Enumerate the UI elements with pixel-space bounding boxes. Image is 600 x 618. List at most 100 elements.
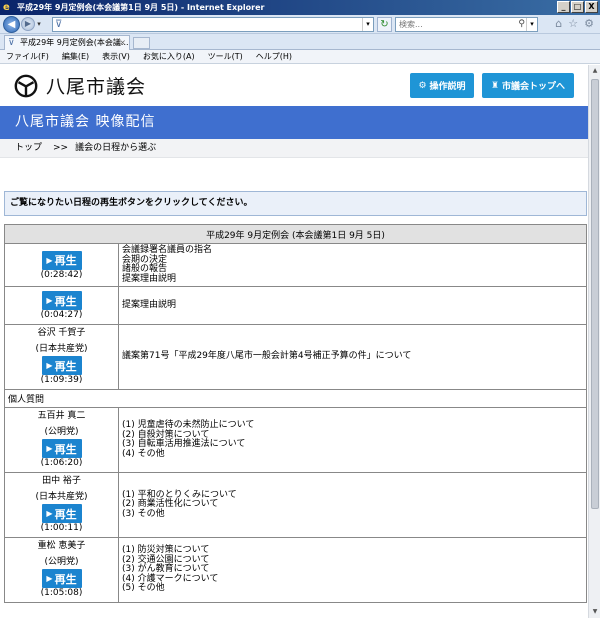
breadcrumb-top-link[interactable]: トップ — [15, 143, 42, 153]
table-row: ▶ 再生 (0:28:42) 会議録署名議員の指名 会期の決定 諸般の報告 提案理… — [4, 243, 587, 287]
menu-bar: ファイル(F) 編集(E) 表示(V) お気に入り(A) ツール(T) ヘルプ(… — [0, 50, 600, 64]
play-label: 再生 — [54, 572, 77, 586]
agenda-item: (2) 商業活性化について — [122, 499, 219, 510]
video-duration: (1:05:08) — [40, 588, 83, 598]
maximize-button[interactable]: □ — [571, 1, 584, 13]
agenda-item: 提案理由説明 — [122, 273, 177, 284]
agenda-item: 会議録署名議員の指名 — [122, 245, 213, 255]
vertical-scrollbar[interactable]: ▲ ▼ — [588, 65, 600, 618]
council-top-button[interactable]: ♜ 市議会トップへ — [482, 73, 574, 98]
building-icon: ♜ — [490, 80, 500, 91]
table-header-row: 平成29年 9月定例会 (本会議第1日 9月 5日) — [4, 224, 587, 244]
tab-favicon-icon: ⊽ — [8, 38, 15, 48]
refresh-button[interactable]: ↻ — [377, 17, 392, 32]
row-video-cell: 谷沢 千賀子 (日本共産党) ▶ 再生 (1:09:39) — [4, 324, 119, 390]
scrollbar-thumb[interactable] — [591, 79, 599, 509]
agenda-item: (3) その他 — [122, 508, 165, 519]
site-logo[interactable]: 八尾市議会 — [14, 72, 146, 99]
video-duration: (1:09:39) — [40, 375, 83, 385]
scroll-down-icon[interactable]: ▼ — [590, 607, 600, 617]
menu-edit[interactable]: 編集(E) — [62, 51, 89, 62]
play-label: 再生 — [54, 294, 77, 308]
tab-current[interactable]: ⊽ 平成29年 9月定例会(本会議... × — [4, 35, 130, 50]
agenda-cell: 提案理由説明 — [118, 286, 587, 325]
agenda-cell: (1) 児童虐待の未然防止について (2) 自殺対策について (3) 自転車活用… — [118, 407, 587, 473]
search-dropdown[interactable]: ▾ — [526, 18, 537, 31]
refresh-icon: ↻ — [380, 19, 389, 30]
section-row: 個人質問 — [4, 389, 587, 408]
close-button[interactable]: X — [585, 1, 598, 13]
menu-favorites[interactable]: お気に入り(A) — [143, 51, 195, 62]
page-viewport: 八尾市議会 ⚙ 操作説明 ♜ 市議会トップへ 八尾市議会 映像配信 トップ >> 議… — [0, 65, 588, 618]
play-label: 再生 — [54, 442, 77, 456]
speaker-name: 谷沢 千賀子 — [37, 328, 86, 338]
schedule-header: 平成29年 9月定例会 (本会議第1日 9月 5日) — [4, 224, 587, 244]
menu-file[interactable]: ファイル(F) — [6, 51, 49, 62]
agenda-item: 提案理由説明 — [122, 299, 177, 310]
menu-tools[interactable]: ツール(T) — [208, 51, 243, 62]
row-video-cell: 五百井 真二 (公明党) ▶ 再生 (1:06:20) — [4, 407, 119, 473]
tab-close-icon[interactable]: × — [119, 36, 126, 49]
play-triangle-icon: ▶ — [46, 444, 53, 453]
page-banner: 八尾市議会 映像配信 — [0, 106, 588, 139]
site-header: 八尾市議会 ⚙ 操作説明 ♜ 市議会トップへ — [0, 65, 588, 105]
breadcrumb-separator: >> — [53, 143, 69, 153]
speaker-name: 五百井 真二 — [37, 411, 86, 421]
video-duration: (1:00:11) — [40, 523, 83, 533]
search-input[interactable] — [396, 18, 506, 31]
play-label: 再生 — [54, 359, 77, 373]
minimize-button[interactable]: _ — [557, 1, 570, 13]
agenda-item: 諸般の報告 — [122, 264, 168, 274]
play-triangle-icon: ▶ — [46, 509, 53, 518]
play-button[interactable]: ▶ 再生 — [41, 439, 82, 458]
section-individual-questions: 個人質問 — [4, 389, 587, 408]
table-row: 谷沢 千賀子 (日本共産党) ▶ 再生 (1:09:39) 議案第71号「平成29… — [4, 324, 587, 390]
arrow-left-icon: ◀ — [7, 18, 16, 30]
play-button[interactable]: ▶ 再生 — [41, 356, 82, 375]
tab-bar: ⊽ 平成29年 9月定例会(本会議... × — [0, 34, 600, 50]
search-icon[interactable]: ⚲ — [518, 18, 525, 31]
back-button[interactable]: ◀ — [3, 15, 20, 33]
agenda-cell: 会議録署名議員の指名 会期の決定 諸般の報告 提案理由説明 — [118, 243, 587, 287]
row-video-cell: 田中 裕子 (日本共産党) ▶ 再生 (1:00:11) — [4, 472, 119, 538]
menu-view[interactable]: 表示(V) — [102, 51, 130, 62]
window-titlebar: e 平成29年 9月定例会(本会議第1日 9月 5日) - Internet E… — [0, 0, 600, 15]
window-title: 平成29年 9月定例会(本会議第1日 9月 5日) - Internet Exp… — [17, 3, 265, 12]
favorites-star-icon[interactable]: ☆ — [568, 17, 578, 30]
city-emblem-icon — [14, 74, 38, 97]
agenda-cell: (1) 平和のとりくみについて (2) 商業活性化について (3) その他 — [118, 472, 587, 538]
address-bar[interactable]: ⊽ ▾ — [52, 17, 374, 32]
play-button[interactable]: ▶ 再生 — [41, 250, 82, 270]
address-dropdown[interactable]: ▾ — [362, 18, 373, 31]
video-duration: (0:04:27) — [40, 310, 83, 320]
instruction-notice: ご覧になりたい日程の再生ボタンをクリックしてください。 — [4, 191, 587, 216]
site-favicon-icon: ⊽ — [55, 19, 63, 30]
play-button[interactable]: ▶ 再生 — [41, 291, 82, 310]
scroll-up-icon[interactable]: ▲ — [590, 66, 600, 76]
toolbar-icons: ⌂ ☆ ⚙ — [555, 17, 594, 30]
home-icon[interactable]: ⌂ — [555, 17, 562, 30]
speaker-name: 重松 恵美子 — [37, 541, 86, 551]
schedule-table: 平成29年 9月定例会 (本会議第1日 9月 5日) ▶ 再生 (0:28:42)… — [4, 224, 587, 603]
video-duration: (0:28:42) — [40, 269, 83, 280]
play-button[interactable]: ▶ 再生 — [41, 504, 82, 523]
speaker-name: 田中 裕子 — [42, 476, 81, 486]
play-triangle-icon: ▶ — [46, 574, 53, 583]
tab-title: 平成29年 9月定例会(本会議... — [20, 38, 129, 47]
table-row: ▶ 再生 (0:04:27) 提案理由説明 — [4, 286, 587, 325]
agenda-item: 議案第71号「平成29年度八尾市一般会計第4号補正予算の件」について — [122, 351, 412, 362]
gear-icon: ⚙ — [418, 80, 427, 91]
history-dropdown[interactable]: ▾ — [35, 20, 43, 28]
manual-button[interactable]: ⚙ 操作説明 — [410, 73, 474, 98]
play-button[interactable]: ▶ 再生 — [41, 569, 82, 588]
forward-button[interactable]: ▶ — [21, 17, 35, 31]
row-video-cell: ▶ 再生 (0:28:42) — [4, 243, 119, 287]
menu-help[interactable]: ヘルプ(H) — [256, 51, 292, 62]
window-controls: _ □ X — [557, 1, 598, 13]
play-label: 再生 — [54, 507, 77, 521]
gear-icon[interactable]: ⚙ — [584, 17, 594, 30]
arrow-right-icon: ▶ — [24, 19, 32, 28]
ie-logo-icon: e — [3, 2, 10, 13]
speaker-party: (公明党) — [44, 427, 79, 437]
new-tab-button[interactable] — [133, 37, 150, 49]
